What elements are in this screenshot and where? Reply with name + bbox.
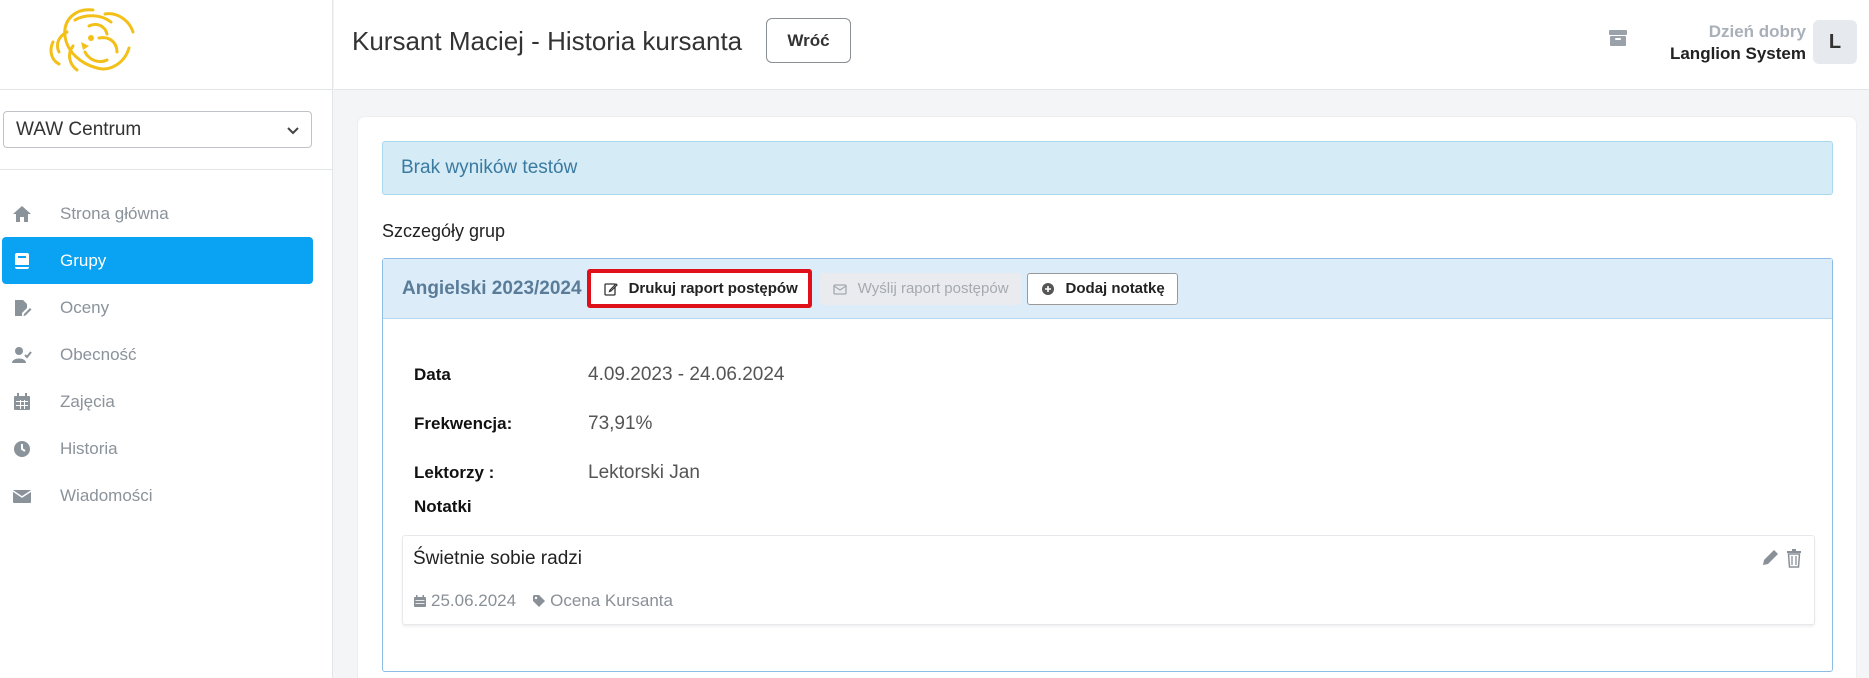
- sidebar-item-label: Historia: [60, 438, 118, 458]
- user-check-icon: [2, 345, 60, 365]
- sidebar-item-label: Zajęcia: [60, 391, 115, 411]
- book-icon: [2, 251, 60, 271]
- notes-heading: Notatki: [414, 497, 472, 516]
- plus-circle-icon: [1041, 282, 1054, 295]
- detail-value: 73,91%: [588, 412, 653, 434]
- note-tag: Ocena Kursanta: [532, 591, 673, 611]
- sidebar-item-label: Wiadomości: [60, 485, 153, 505]
- calendar-icon: [2, 392, 60, 412]
- sidebar-item-oceny[interactable]: Oceny: [2, 284, 313, 331]
- back-button[interactable]: Wróć: [766, 18, 851, 63]
- edit-icon: [603, 282, 618, 296]
- tag-icon: [533, 595, 546, 607]
- calendar-icon: [414, 595, 426, 607]
- logo-area: [0, 0, 332, 90]
- sidebar: WAW Centrum Strona główna Grupy Oceny Ob…: [0, 0, 333, 678]
- add-note-label: Dodaj notatkę: [1065, 280, 1165, 297]
- top-header: Kursant Maciej - Historia kursanta Wróć …: [334, 0, 1869, 90]
- detail-row-teachers: Lektorzy : Lektorski Jan: [414, 448, 785, 497]
- avatar[interactable]: L: [1813, 20, 1857, 64]
- edit-document-icon: [2, 298, 60, 318]
- archive-icon[interactable]: [1608, 28, 1628, 48]
- detail-value: Lektorski Jan: [588, 461, 700, 483]
- chevron-down-icon: [287, 122, 299, 138]
- sidebar-item-grupy[interactable]: Grupy: [2, 237, 313, 284]
- envelope-icon: [833, 283, 847, 295]
- detail-key: Lektorzy :: [414, 462, 495, 482]
- sidebar-nav: Strona główna Grupy Oceny Obecność Zajęc…: [0, 190, 333, 519]
- print-progress-report-label: Drukuj raport postępów: [628, 280, 798, 297]
- detail-row-date: Data 4.09.2023 - 24.06.2024: [414, 350, 785, 399]
- sidebar-item-label: Obecność: [60, 344, 137, 364]
- sidebar-item-strona-glowna[interactable]: Strona główna: [2, 190, 313, 237]
- branch-wrap: WAW Centrum: [0, 90, 332, 170]
- trash-icon[interactable]: [1784, 548, 1804, 568]
- sidebar-item-label: Strona główna: [60, 203, 169, 223]
- note-card: Świetnie sobie radzi 25.06.2024 Ocena Ku…: [402, 535, 1815, 625]
- branch-select-value: WAW Centrum: [16, 118, 142, 140]
- page-title: Kursant Maciej - Historia kursanta: [352, 26, 743, 56]
- sidebar-item-label: Grupy: [60, 250, 107, 270]
- group-details: Data 4.09.2023 - 24.06.2024 Frekwencja: …: [414, 350, 785, 497]
- note-tag-label: Ocena Kursanta: [550, 591, 673, 610]
- detail-key: Frekwencja:: [414, 413, 513, 433]
- greeting-text: Dzień dobry: [1708, 22, 1806, 41]
- note-date: 25.06.2024: [431, 591, 517, 610]
- note-actions: [1760, 548, 1804, 568]
- group-name: Angielski 2023/2024: [402, 277, 582, 299]
- print-progress-report-button[interactable]: Drukuj raport postępów: [586, 269, 812, 308]
- detail-row-attendance: Frekwencja: 73,91%: [414, 399, 785, 448]
- group-panel: Angielski 2023/2024 Drukuj raport postęp…: [382, 258, 1833, 672]
- note-text: Świetnie sobie radzi: [413, 548, 582, 569]
- note-meta: 25.06.2024 Ocena Kursanta: [413, 591, 673, 611]
- send-progress-report-button[interactable]: Wyślij raport postępów: [819, 272, 1021, 305]
- detail-value: 4.09.2023 - 24.06.2024: [588, 363, 785, 385]
- clock-icon: [2, 439, 60, 459]
- lion-logo[interactable]: [45, 2, 140, 80]
- pencil-icon[interactable]: [1760, 548, 1780, 568]
- group-panel-header: Angielski 2023/2024 Drukuj raport postęp…: [383, 259, 1832, 319]
- envelope-icon: [2, 486, 60, 506]
- group-details-heading: Szczegóły grup: [382, 221, 506, 241]
- detail-key: Data: [414, 364, 451, 384]
- add-note-button[interactable]: Dodaj notatkę: [1026, 272, 1178, 305]
- home-icon: [2, 204, 60, 224]
- sidebar-item-zajecia[interactable]: Zajęcia: [2, 378, 313, 425]
- branch-select[interactable]: WAW Centrum: [3, 111, 312, 148]
- sidebar-item-historia[interactable]: Historia: [2, 425, 313, 472]
- no-test-results-alert: Brak wyników testów: [382, 141, 1833, 195]
- user-greeting: Dzień dobry Langlion System: [1670, 22, 1806, 64]
- content-card: Brak wyników testów Szczegóły grup Angie…: [357, 116, 1857, 678]
- user-name: Langlion System: [1669, 44, 1806, 63]
- sidebar-item-obecnosc[interactable]: Obecność: [2, 331, 313, 378]
- sidebar-item-wiadomosci[interactable]: Wiadomości: [2, 472, 313, 519]
- send-progress-report-label: Wyślij raport postępów: [857, 280, 1009, 297]
- sidebar-item-label: Oceny: [60, 297, 110, 317]
